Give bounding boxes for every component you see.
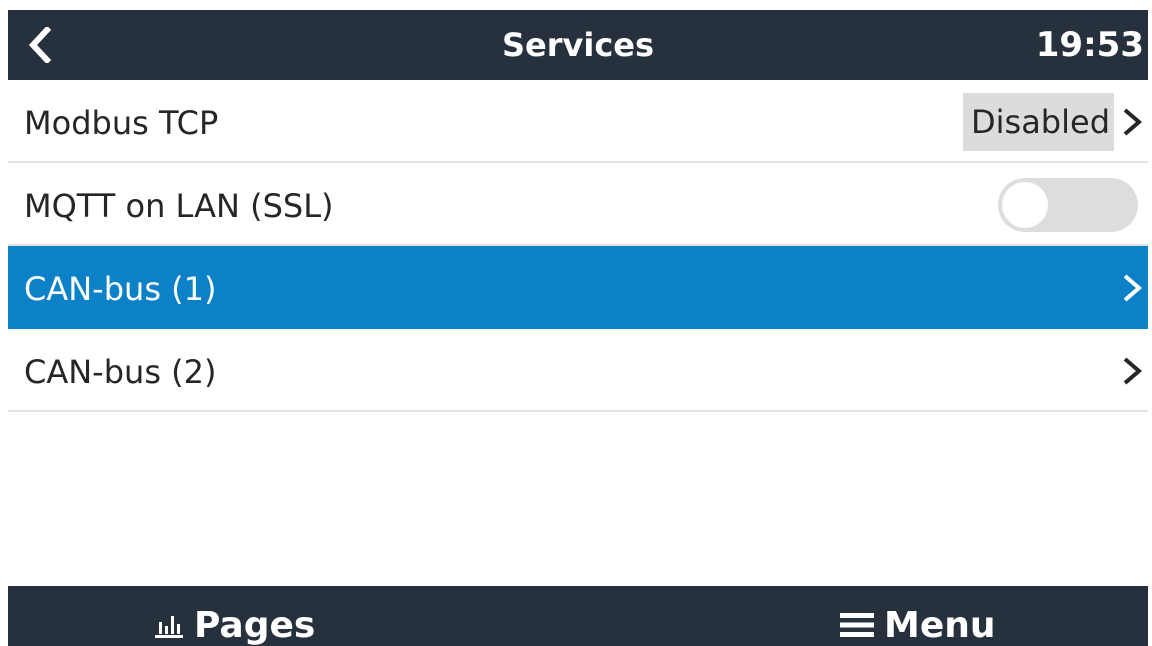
toggle-knob <box>1002 182 1048 228</box>
hamburger-menu-icon <box>840 613 874 637</box>
bar-chart-icon <box>155 616 183 638</box>
list-item-mqtt-ssl: MQTT on LAN (SSL) <box>8 163 1148 246</box>
services-screen: Services 19:53 Modbus TCP Disabled MQTT … <box>0 0 1152 646</box>
services-list: Modbus TCP Disabled MQTT on LAN (SSL) CA… <box>8 80 1148 412</box>
pages-label: Pages <box>194 604 316 646</box>
list-item-canbus-2[interactable]: CAN-bus (2) <box>8 329 1148 412</box>
page-title: Services <box>501 26 655 64</box>
list-item-canbus-1[interactable]: CAN-bus (1) <box>8 246 1148 329</box>
list-item-label: CAN-bus (1) <box>24 270 217 308</box>
clock: 19:53 <box>1035 25 1144 65</box>
chevron-right-icon <box>1123 108 1143 136</box>
menu-button[interactable]: Menu <box>840 586 996 646</box>
list-item-modbus-tcp[interactable]: Modbus TCP Disabled <box>8 80 1148 163</box>
list-item-label: CAN-bus (2) <box>24 353 217 391</box>
chevron-left-icon <box>29 27 51 63</box>
top-bar: Services 19:53 <box>8 10 1148 80</box>
status-value: Disabled <box>962 93 1114 151</box>
chevron-right-icon <box>1123 357 1143 385</box>
mqtt-ssl-toggle[interactable] <box>998 178 1138 232</box>
pages-button[interactable]: Pages <box>154 586 315 646</box>
back-button[interactable] <box>20 24 60 66</box>
menu-label: Menu <box>884 604 996 646</box>
chevron-right-icon <box>1123 274 1143 302</box>
list-item-label: Modbus TCP <box>24 104 219 142</box>
bottom-bar: Pages Menu <box>8 586 1148 646</box>
list-item-label: MQTT on LAN (SSL) <box>24 187 334 225</box>
